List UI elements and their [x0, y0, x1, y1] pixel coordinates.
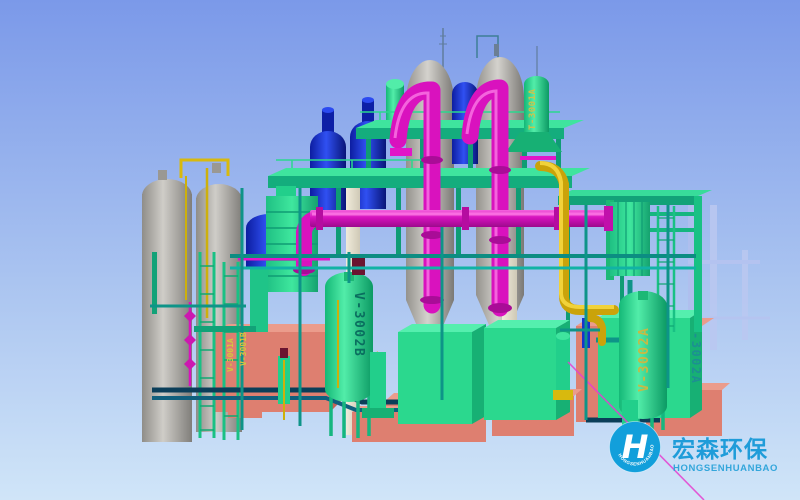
label-tank-small-b: V-3001B — [239, 332, 248, 366]
label-top-tank: T-3001A — [528, 88, 538, 130]
label-vessel-center: V-3002B — [351, 292, 366, 357]
label-pump-right: -3002A — [689, 332, 703, 384]
logo-name-cn: 宏森环保 — [672, 436, 768, 463]
plant-3d-render: V-3002B V-3002A -3002A T-3001A V-3001A V… — [0, 0, 800, 500]
plant-scene-svg: V-3002B V-3002A -3002A T-3001A V-3001A V… — [0, 0, 800, 500]
label-vessel-right: V-3002A — [637, 327, 652, 392]
logo-name-en: HONGSENHUANBAO — [673, 463, 778, 474]
label-tank-small-a: V-3001A — [226, 338, 235, 372]
